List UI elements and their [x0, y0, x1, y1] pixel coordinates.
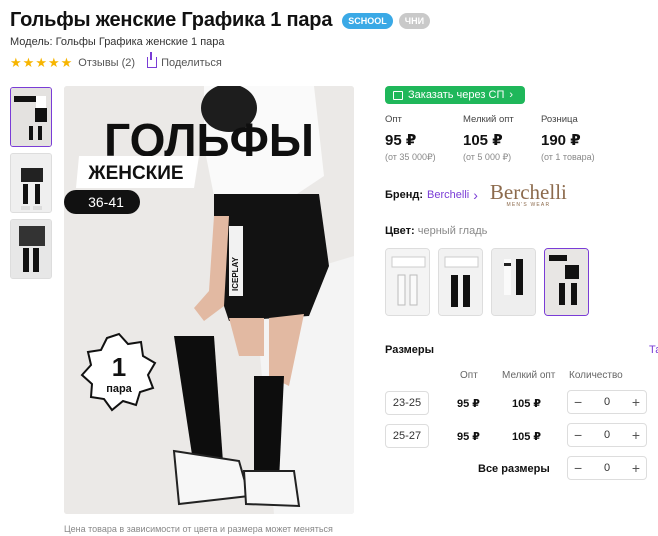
- row-opt-price: 95 ₽: [457, 398, 480, 410]
- star-icon: ★: [10, 55, 22, 70]
- plus-button[interactable]: +: [632, 395, 640, 409]
- star-icon: ★: [47, 55, 60, 70]
- price-label: Мелкий опт: [463, 114, 514, 125]
- plus-button[interactable]: +: [632, 428, 640, 442]
- swatch-black[interactable]: [438, 248, 483, 316]
- price-note: (от 1 товара): [541, 152, 595, 162]
- main-product-image[interactable]: ICEPLAY ГОЛЬФЫ ЖЕНСКИЕ 36-41 1 пара: [64, 86, 354, 514]
- size-chip[interactable]: 25-27: [385, 424, 429, 448]
- price-opt: Опт 95 ₽ (от 35 000₽): [385, 114, 463, 163]
- brand-logo-sub: MEN'S WEAR: [506, 202, 551, 208]
- size-table-link[interactable]: Та: [649, 344, 658, 356]
- row-opt-price: 95 ₽: [457, 431, 480, 443]
- quantity-value[interactable]: 0: [604, 396, 610, 408]
- quantity-value[interactable]: 0: [604, 462, 610, 474]
- chni-badge[interactable]: ЧНИ: [398, 12, 431, 29]
- quantity-stepper: − 0 +: [567, 390, 647, 414]
- image-size-range: 36-41: [88, 194, 124, 210]
- swatch-black-smooth[interactable]: [544, 248, 589, 316]
- share-label: Поделиться: [161, 56, 222, 69]
- price-small-opt: Мелкий опт 105 ₽ (от 5 000 ₽): [463, 114, 541, 163]
- page-title: Гольфы женские Графика 1 пара: [10, 9, 333, 31]
- star-icon: ★: [60, 55, 73, 70]
- minus-button[interactable]: −: [574, 395, 582, 409]
- col-head-qty: Количество: [569, 370, 623, 381]
- size-chip[interactable]: 23-25: [385, 391, 429, 415]
- image-subtitle: ЖЕНСКИЕ: [87, 163, 183, 184]
- brand-logo-text: Berchelli: [489, 180, 567, 204]
- size-row: 23-25: [385, 390, 429, 416]
- star-icon: ★: [35, 55, 47, 70]
- quantity-stepper: − 0 +: [567, 423, 647, 447]
- image-badge-word: пара: [106, 383, 132, 395]
- title-row: Гольфы женские Графика 1 пара SCHOOL ЧНИ: [10, 9, 431, 32]
- size-row: 25-27: [385, 423, 429, 449]
- all-sizes-label: Все размеры: [478, 463, 550, 475]
- color-label: Цвет:: [385, 225, 415, 237]
- order-button-label: Заказать через СП: [408, 89, 505, 101]
- price-value: 105 ₽: [463, 132, 503, 149]
- brand-link[interactable]: Berchelli: [427, 189, 469, 201]
- swatch-white-stripe[interactable]: [491, 248, 536, 316]
- price-table: Опт 95 ₽ (от 35 000₽) Мелкий опт 105 ₽ (…: [385, 114, 619, 163]
- price-note: (от 35 000₽): [385, 152, 436, 162]
- price-label: Розница: [541, 114, 578, 125]
- price-value: 95 ₽: [385, 132, 417, 149]
- thumbnail-2[interactable]: [10, 153, 52, 213]
- image-badge-number: 1: [112, 352, 126, 382]
- sizes-heading: Размеры: [385, 344, 435, 356]
- all-sizes-stepper: − 0 +: [567, 456, 647, 480]
- price-label: Опт: [385, 114, 402, 125]
- quantity-value[interactable]: 0: [604, 429, 610, 441]
- minus-button[interactable]: −: [574, 461, 582, 475]
- col-head-small-opt: Мелкий опт: [502, 370, 556, 381]
- share-button[interactable]: Поделиться: [147, 52, 222, 69]
- order-button[interactable]: Заказать через СП ›: [385, 86, 525, 104]
- brand-logo[interactable]: Berchelli MEN'S WEAR: [489, 180, 567, 209]
- swatch-white[interactable]: [385, 248, 430, 316]
- star-icon: ★: [22, 55, 35, 70]
- color-value: черный гладь: [417, 225, 488, 237]
- chevron-right-icon: ›: [509, 89, 514, 101]
- thumbnail-1[interactable]: [10, 87, 52, 147]
- row-small-opt-price: 105 ₽: [512, 431, 542, 443]
- thumbnail-3[interactable]: [10, 219, 52, 279]
- col-head-opt: Опт: [460, 370, 478, 381]
- model-text: Модель: Гольфы Графика женские 1 пара: [10, 36, 225, 48]
- minus-button[interactable]: −: [574, 428, 582, 442]
- school-badge[interactable]: SCHOOL: [342, 12, 393, 29]
- row-small-opt-price: 105 ₽: [512, 398, 542, 410]
- color-row: Цвет: черный гладь: [385, 225, 487, 237]
- rating-row: ★ ★ ★ ★ ★ Отзывы (2) Поделиться: [10, 52, 222, 69]
- chevron-right-icon[interactable]: ›: [473, 187, 478, 203]
- brand-row: Бренд: Berchelli › Berchelli MEN'S WEAR: [385, 180, 567, 209]
- price-caption: Цена товара в зависимости от цвета и раз…: [64, 524, 333, 534]
- price-retail: Розница 190 ₽ (от 1 товара): [541, 114, 619, 163]
- rating-stars: ★ ★ ★ ★ ★: [10, 56, 72, 69]
- brand-label: Бренд:: [385, 189, 424, 201]
- skirt-print: ICEPLAY: [231, 256, 240, 291]
- thumbnail-list: [10, 87, 52, 279]
- reviews-link[interactable]: Отзывы (2): [78, 57, 135, 69]
- color-swatches: [385, 248, 589, 316]
- price-note: (от 5 000 ₽): [463, 152, 512, 162]
- share-icon: [147, 52, 158, 68]
- cart-icon: [393, 90, 403, 100]
- plus-button[interactable]: +: [632, 461, 640, 475]
- price-value: 190 ₽: [541, 132, 581, 149]
